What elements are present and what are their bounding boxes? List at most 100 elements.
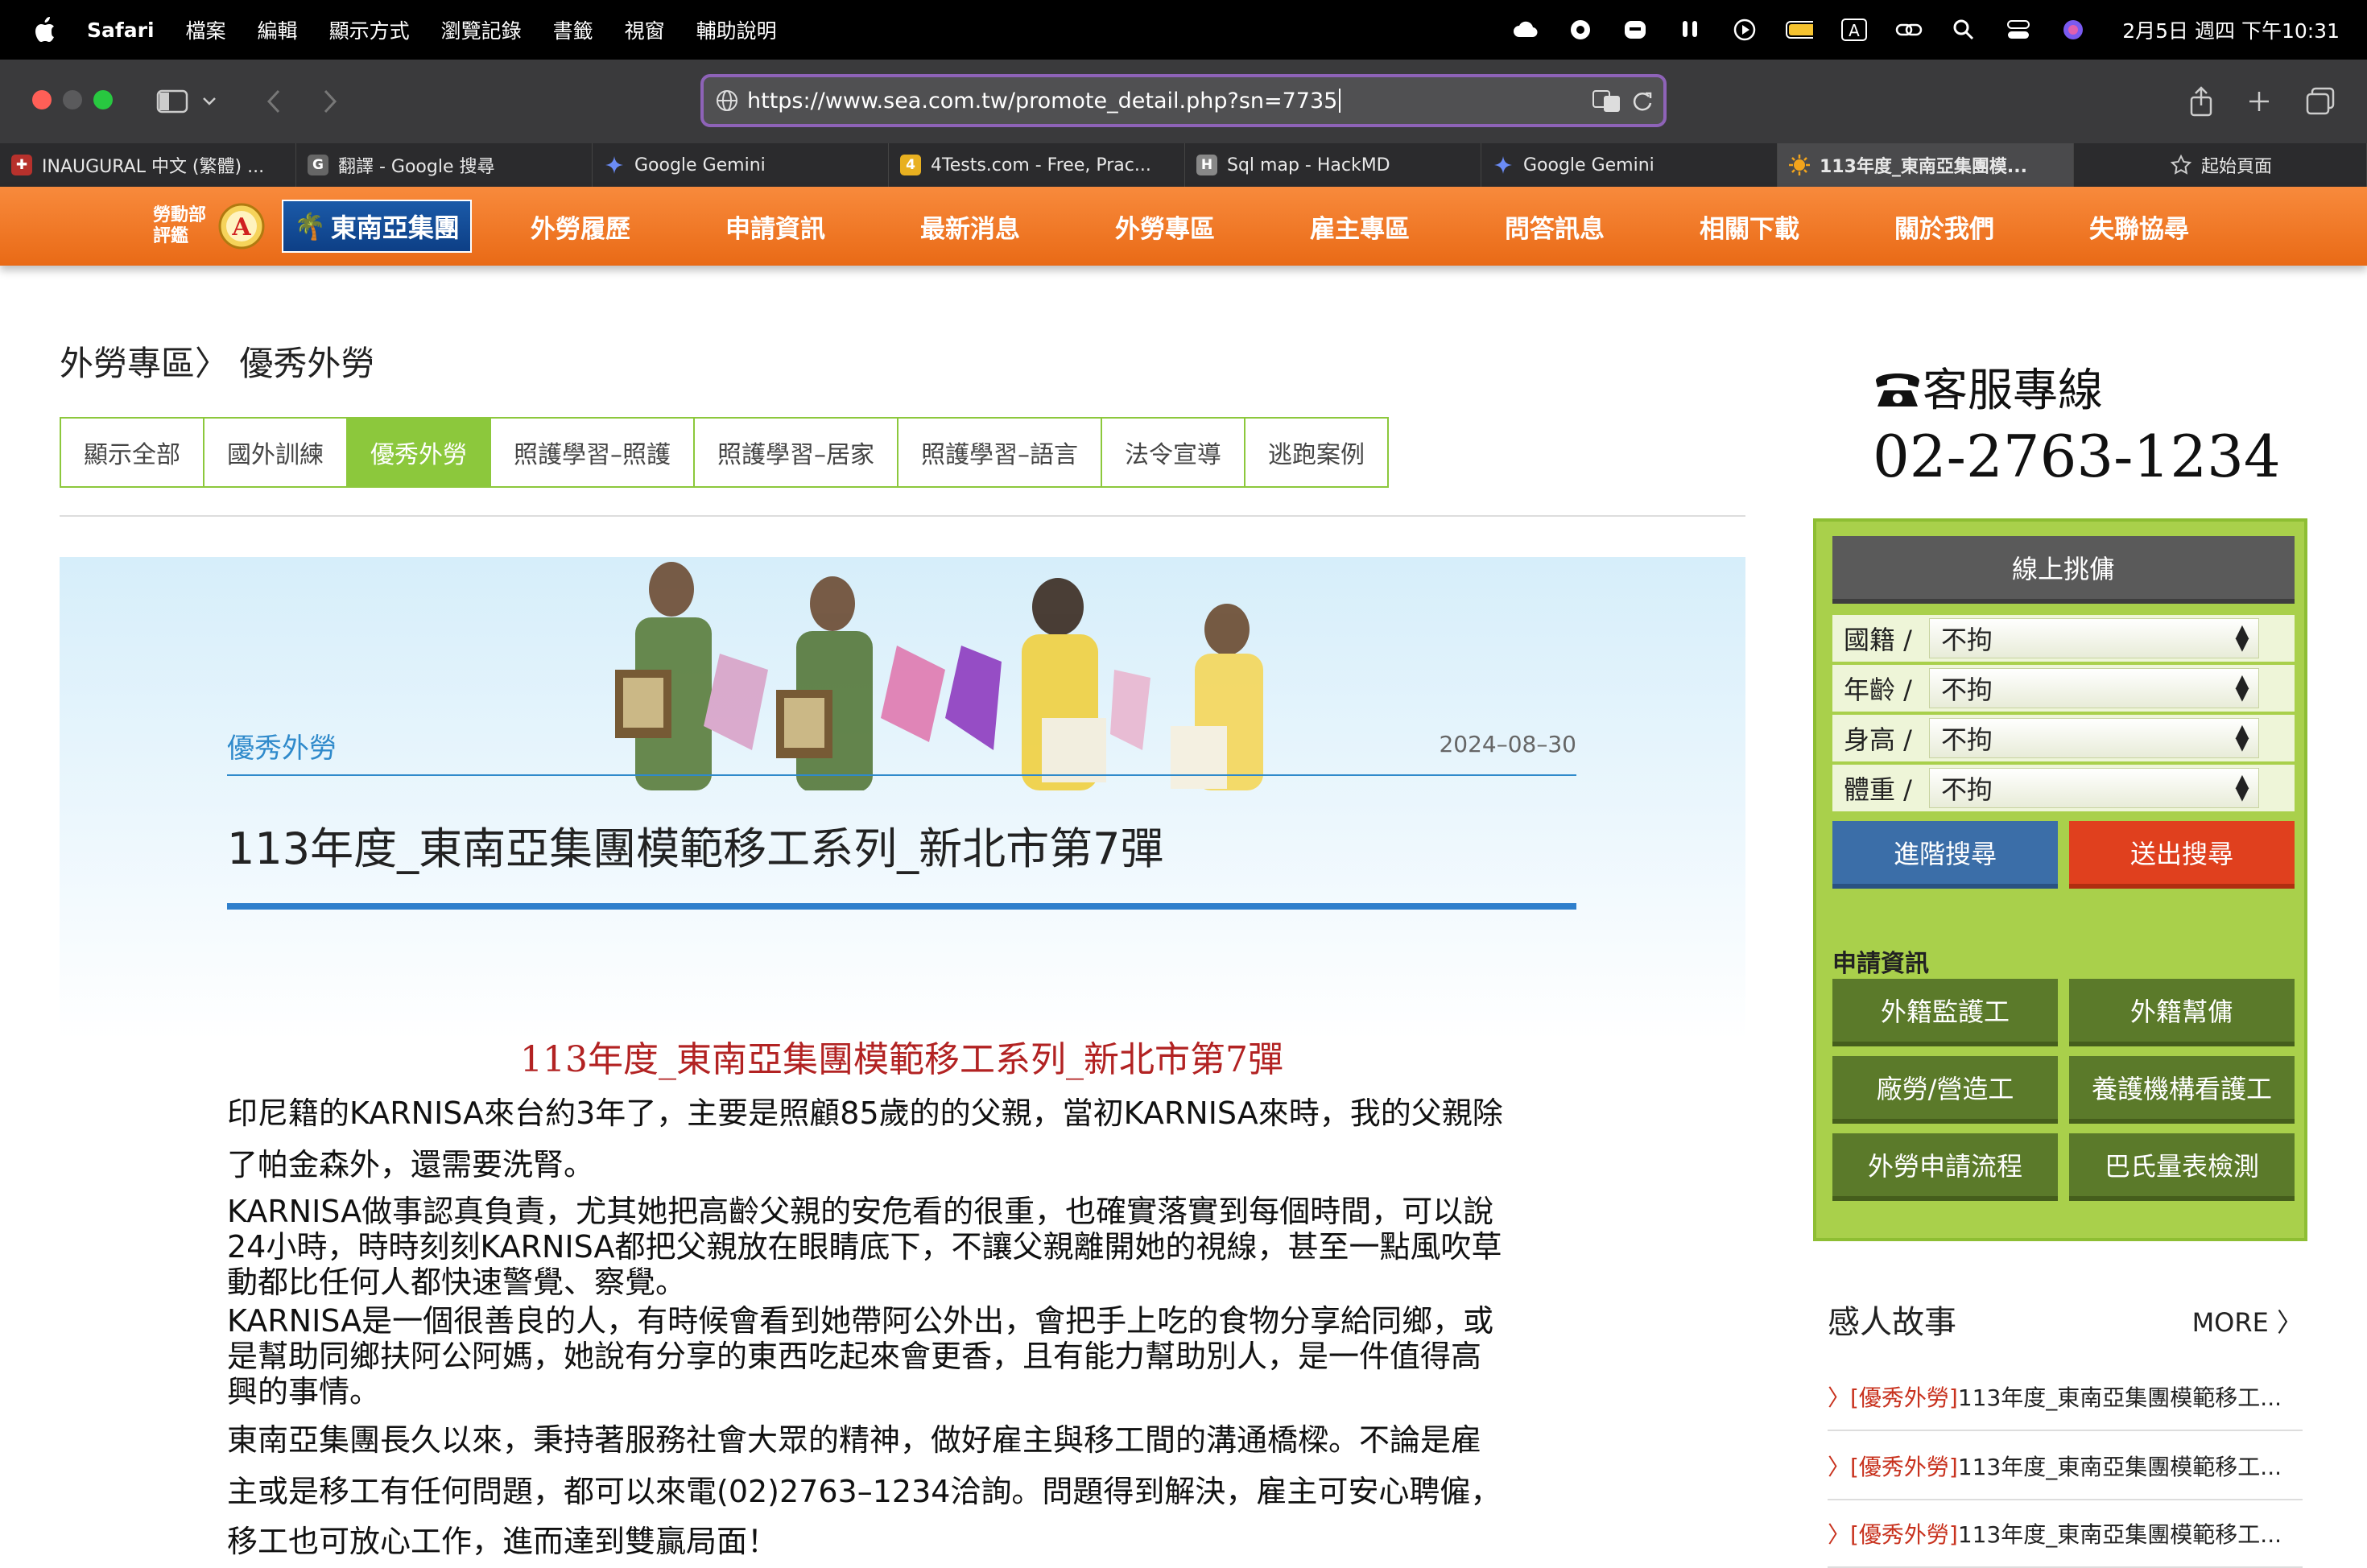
nav-about-us[interactable]: 關於我們	[1847, 187, 2042, 266]
menubar-clock[interactable]: 2月5日 週四 下午10:31	[2122, 15, 2340, 44]
browser-tab[interactable]: 起始頁面	[2074, 143, 2367, 187]
menu-history[interactable]: 瀏覽記錄	[441, 15, 522, 44]
article-title: 113年度_東南亞集團模範移工系列_新北市第7彈	[227, 823, 1164, 874]
filter-all[interactable]: 顯示全部	[60, 417, 204, 488]
filter-care-learning-home[interactable]: 照護學習–居家	[693, 417, 898, 488]
browser-tab[interactable]: 4 4Tests.com - Free, Prac...	[889, 143, 1185, 187]
filter-overseas-training[interactable]: 國外訓練	[203, 417, 348, 488]
nav-worker-resume[interactable]: 外勞履歷	[483, 187, 678, 266]
submit-search-button[interactable]: 送出搜尋	[2069, 821, 2295, 889]
advanced-search-button[interactable]: 進階搜尋	[1832, 821, 2058, 889]
age-select[interactable]: 年齡 / 不拘 ▲ ▼	[1832, 665, 2295, 712]
application-process-button[interactable]: 外勞申請流程	[1832, 1133, 2058, 1201]
browser-tab[interactable]: Google Gemini	[1481, 143, 1778, 187]
select-label: 體重 /	[1844, 774, 1912, 805]
menu-help[interactable]: 輔助說明	[696, 15, 777, 44]
menu-window[interactable]: 視窗	[625, 15, 665, 44]
article-headline: 113年度_東南亞集團模範移工系列_新北市第7彈	[520, 1039, 1283, 1080]
barthel-index-button[interactable]: 巴氏量表檢測	[2069, 1133, 2295, 1201]
select-value[interactable]: 不拘 ▲ ▼	[1929, 668, 2259, 708]
story-item[interactable]: 〉[優秀外勞] 113年度_東南亞集團模範移工...	[1828, 1433, 2303, 1500]
tab-overview-icon[interactable]	[2301, 82, 2340, 121]
minimize-window-button[interactable]	[63, 90, 82, 109]
browser-tab[interactable]: Google Gemini	[593, 143, 889, 187]
nav-application-info[interactable]: 申請資訊	[678, 187, 873, 266]
site-logo[interactable]: 🌴 東南亞集團	[282, 200, 472, 253]
nav-employer-zone[interactable]: 雇主專區	[1262, 187, 1457, 266]
control-center-icon[interactable]	[2005, 16, 2032, 43]
menubar-status-area: A 2月5日 週四 下午10:31	[1512, 0, 2340, 60]
input-source-icon[interactable]: A	[1840, 16, 1868, 43]
zoom-window-button[interactable]	[93, 90, 113, 109]
story-item[interactable]: 〉[優秀外勞] 113年度_東南亞集團模範移工...	[1828, 1364, 2303, 1431]
filter-care-learning-language[interactable]: 照護學習–語言	[897, 417, 1102, 488]
nav-worker-zone[interactable]: 外勞專區	[1068, 187, 1262, 266]
address-bar[interactable]: https://www.sea.com.tw/promote_detail.ph…	[700, 74, 1667, 127]
app-status-icon[interactable]	[1567, 16, 1594, 43]
factory-construction-worker-button[interactable]: 廠勞/營造工	[1832, 1056, 2058, 1124]
filter-law-promotion[interactable]: 法令宣導	[1101, 417, 1245, 488]
foreign-caregiver-button[interactable]: 外籍監護工	[1832, 979, 2058, 1046]
menu-app-safari[interactable]: Safari	[87, 19, 155, 42]
flag-icon: ✚	[11, 155, 32, 175]
reload-icon[interactable]	[1631, 90, 1654, 118]
nav-latest-news[interactable]: 最新消息	[873, 187, 1068, 266]
select-value[interactable]: 不拘 ▲ ▼	[1929, 718, 2259, 758]
filter-excellent-workers[interactable]: 優秀外勞	[346, 417, 491, 488]
filter-care-learning-care[interactable]: 照護學習–照護	[490, 417, 695, 488]
category-filters: 顯示全部 國外訓練 優秀外勞 照護學習–照護 照護學習–居家 照護學習–語言 法…	[60, 417, 1389, 488]
story-tag: 〉[優秀外勞]	[1828, 1454, 1958, 1480]
4tests-icon: 4	[900, 155, 921, 175]
select-value[interactable]: 不拘 ▲ ▼	[1929, 618, 2259, 658]
new-tab-icon[interactable]	[2240, 82, 2278, 121]
link-icon[interactable]	[1895, 16, 1923, 43]
sidebar-toggle-icon[interactable]	[153, 82, 192, 121]
creative-cloud-icon[interactable]	[1512, 16, 1539, 43]
hotline-number[interactable]: 02-2763-1234	[1873, 423, 2281, 490]
siri-icon[interactable]	[2059, 16, 2087, 43]
back-icon[interactable]	[254, 82, 293, 121]
browser-tab-active[interactable]: 113年度_東南亞集團模...	[1778, 143, 2074, 187]
filter-runaway-cases[interactable]: 逃跑案例	[1244, 417, 1389, 488]
apple-icon[interactable]	[32, 14, 60, 45]
care-institution-worker-button[interactable]: 養護機構看護工	[2069, 1056, 2295, 1124]
forward-icon[interactable]	[311, 82, 349, 121]
window-controls	[32, 90, 113, 109]
play-icon[interactable]	[1731, 16, 1758, 43]
chevron-down-icon[interactable]	[198, 82, 221, 121]
browser-tab[interactable]: ✚ INAUGURAL 中文 (繁體) ...	[0, 143, 296, 187]
apply-info-heading: 申請資訊	[1832, 950, 1929, 978]
story-title: 113年度_東南亞集團模範移工...	[1957, 1384, 2282, 1411]
foreign-domestic-helper-button[interactable]: 外籍幫傭	[2069, 979, 2295, 1046]
share-icon[interactable]	[2182, 82, 2220, 121]
nav-downloads[interactable]: 相關下載	[1652, 187, 1847, 266]
height-select[interactable]: 身高 / 不拘 ▲ ▼	[1832, 715, 2295, 761]
title-underline	[227, 903, 1576, 910]
select-value[interactable]: 不拘 ▲ ▼	[1929, 768, 2259, 808]
menu-edit[interactable]: 編輯	[258, 15, 298, 44]
menu-bookmarks[interactable]: 書籤	[553, 15, 593, 44]
line-icon[interactable]	[1621, 16, 1649, 43]
browser-tab[interactable]: G 翻譯 - Google 搜尋	[296, 143, 593, 187]
translate-icon[interactable]	[1592, 90, 1621, 118]
airpods-icon[interactable]	[1676, 16, 1704, 43]
nav-qa[interactable]: 問答訊息	[1457, 187, 1652, 266]
close-window-button[interactable]	[32, 90, 52, 109]
story-item[interactable]: 〉[優秀外勞] 113年度_東南亞集團模範移工...	[1828, 1500, 2303, 1568]
spotlight-search-icon[interactable]	[1950, 16, 1977, 43]
select-label: 身高 /	[1844, 724, 1912, 755]
article-category[interactable]: 優秀外勞	[227, 726, 337, 765]
weight-select[interactable]: 體重 / 不拘 ▲ ▼	[1832, 765, 2295, 811]
nationality-select[interactable]: 國籍 / 不拘 ▲ ▼	[1832, 615, 2295, 662]
google-g-icon: G	[308, 155, 328, 175]
url-text[interactable]: https://www.sea.com.tw/promote_detail.ph…	[747, 89, 1337, 113]
article-line: 動都比任何人都快速警覺、察覺。	[227, 1265, 687, 1300]
battery-icon[interactable]	[1786, 16, 1814, 43]
menu-view[interactable]: 顯示方式	[329, 15, 410, 44]
nav-missing-search[interactable]: 失聯協尋	[2042, 187, 2237, 266]
browser-tab[interactable]: H Sql map - HackMD	[1185, 143, 1481, 187]
tab-label: 4Tests.com - Free, Prac...	[931, 155, 1151, 175]
stories-more-link[interactable]: MORE 〉	[2192, 1302, 2303, 1339]
menu-file[interactable]: 檔案	[186, 15, 226, 44]
hackmd-icon: H	[1196, 155, 1217, 175]
